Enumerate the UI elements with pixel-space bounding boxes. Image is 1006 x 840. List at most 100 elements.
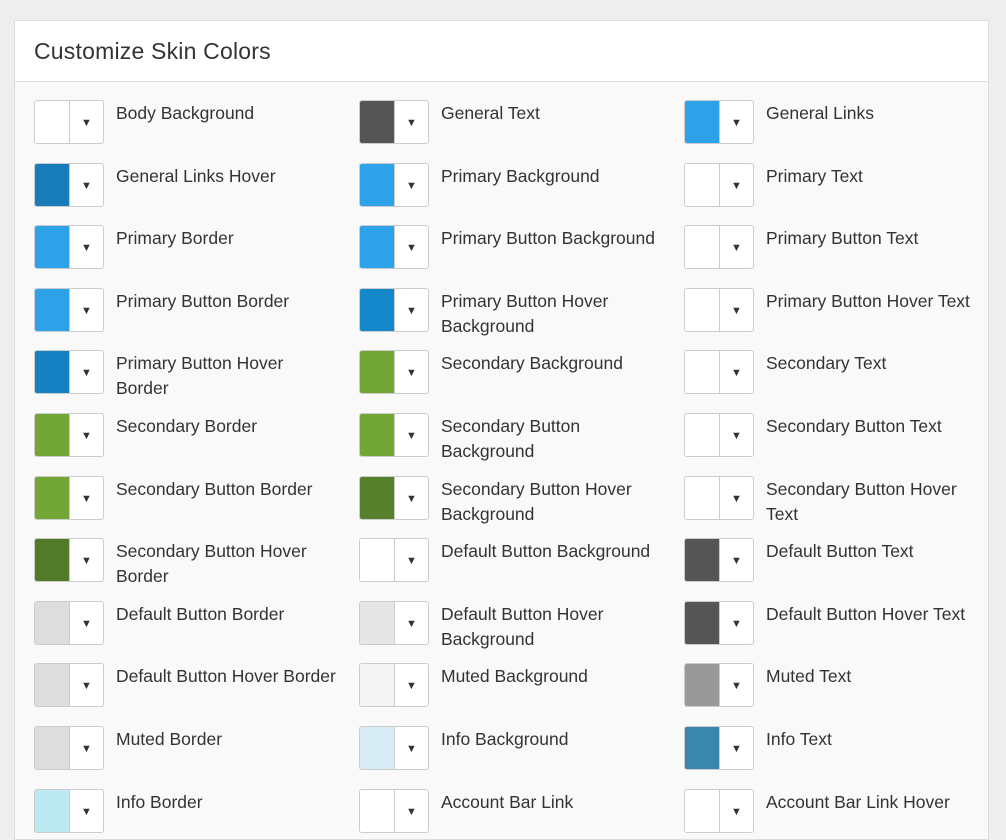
color-picker-button[interactable]: ▼ [684, 538, 754, 583]
caret-down-icon: ▼ [406, 555, 417, 568]
customize-skin-colors-panel: Customize Skin Colors ▼ Body Background ▼ G… [14, 20, 989, 840]
color-picker-button[interactable]: ▼ [34, 225, 104, 270]
color-setting-label: Default Button Hover Background [441, 603, 604, 649]
color-setting-secondary-background: ▼ Secondary Background [359, 350, 684, 413]
color-picker-button[interactable]: ▼ [359, 412, 429, 457]
color-setting-secondary-button-hover-text: ▼ Secondary Button Hover Text [684, 475, 988, 539]
color-setting-default-button-hover-text: ▼ Default Button Hover Text [684, 600, 988, 664]
color-picker-button[interactable]: ▼ [684, 162, 754, 207]
color-picker-button[interactable]: ▼ [684, 663, 754, 708]
color-setting-secondary-border: ▼ Secondary Border [34, 412, 359, 476]
color-swatch [360, 539, 395, 582]
color-swatch [685, 539, 720, 582]
color-picker-button[interactable]: ▼ [34, 538, 104, 583]
color-picker-button[interactable]: ▼ [684, 788, 754, 833]
color-swatch [360, 476, 395, 519]
caret-down-icon: ▼ [81, 179, 92, 192]
color-picker-button[interactable]: ▼ [684, 600, 754, 645]
color-swatch [35, 101, 70, 143]
color-setting-label: Account Bar Link Hover [766, 791, 950, 812]
caret-down-icon: ▼ [406, 617, 417, 630]
caret-down-icon: ▼ [81, 805, 92, 818]
color-setting-label: Primary Button Hover Background [441, 290, 609, 336]
color-picker-button[interactable]: ▼ [34, 788, 104, 833]
color-setting-general-links-hover: ▼ General Links Hover [34, 162, 359, 226]
caret-down-icon: ▼ [81, 742, 92, 755]
color-swatch [360, 726, 395, 769]
caret-down-icon: ▼ [731, 242, 742, 255]
color-setting-secondary-button-hover-background: ▼ Secondary Button Hover Background [359, 475, 684, 539]
color-picker-button[interactable]: ▼ [359, 162, 429, 207]
color-swatch [360, 163, 395, 206]
color-setting-account-bar-link-hover: ▼ Account Bar Link Hover [684, 788, 988, 839]
color-swatch [685, 789, 720, 832]
color-setting-label: Muted Background [441, 666, 588, 687]
panel-header: Customize Skin Colors [15, 21, 988, 82]
color-picker-button[interactable]: ▼ [684, 725, 754, 770]
color-setting-label: General Text [441, 103, 540, 123]
color-picker-button[interactable]: ▼ [359, 350, 429, 395]
color-picker-button[interactable]: ▼ [359, 600, 429, 645]
color-swatch [35, 601, 70, 644]
color-picker-button[interactable]: ▼ [34, 600, 104, 645]
color-picker-button[interactable]: ▼ [684, 287, 754, 332]
color-setting-primary-button-text: ▼ Primary Button Text [684, 225, 988, 288]
caret-down-icon: ▼ [81, 429, 92, 442]
caret-down-icon: ▼ [731, 117, 742, 129]
color-picker-button[interactable]: ▼ [359, 538, 429, 583]
color-picker-button[interactable]: ▼ [34, 162, 104, 207]
color-picker-button[interactable]: ▼ [359, 725, 429, 770]
color-setting-general-text: ▼ General Text [359, 100, 684, 163]
color-swatch [685, 351, 720, 394]
color-swatch [685, 288, 720, 331]
color-picker-button[interactable]: ▼ [34, 100, 104, 144]
color-setting-primary-text: ▼ Primary Text [684, 162, 988, 226]
color-picker-button[interactable]: ▼ [34, 725, 104, 770]
color-picker-button[interactable]: ▼ [684, 100, 754, 144]
caret-down-icon: ▼ [81, 555, 92, 568]
caret-down-icon: ▼ [81, 117, 92, 129]
color-picker-button[interactable]: ▼ [359, 225, 429, 270]
caret-down-icon: ▼ [731, 680, 742, 693]
color-setting-label: Secondary Button Text [766, 415, 942, 436]
color-picker-button[interactable]: ▼ [359, 287, 429, 332]
color-swatch [360, 226, 395, 269]
color-setting-secondary-button-border: ▼ Secondary Button Border [34, 475, 359, 539]
color-picker-button[interactable]: ▼ [34, 350, 104, 395]
color-picker-button[interactable]: ▼ [684, 350, 754, 395]
color-picker-button[interactable]: ▼ [34, 475, 104, 520]
color-setting-label: Secondary Background [441, 353, 623, 374]
color-setting-primary-border: ▼ Primary Border [34, 225, 359, 288]
color-swatch [35, 226, 70, 269]
color-setting-primary-button-hover-background: ▼ Primary Button Hover Background [359, 287, 684, 351]
color-picker-button[interactable]: ▼ [684, 475, 754, 520]
color-picker-button[interactable]: ▼ [359, 663, 429, 708]
color-swatch [35, 726, 70, 769]
color-picker-button[interactable]: ▼ [359, 475, 429, 520]
color-setting-muted-text: ▼ Muted Text [684, 663, 988, 726]
color-picker-button[interactable]: ▼ [359, 100, 429, 144]
caret-down-icon: ▼ [731, 304, 742, 317]
color-picker-button[interactable]: ▼ [34, 663, 104, 708]
caret-down-icon: ▼ [731, 429, 742, 442]
color-settings-grid: ▼ Body Background ▼ General Text ▼ General Li… [15, 82, 988, 839]
color-picker-button[interactable]: ▼ [684, 225, 754, 270]
color-setting-info-background: ▼ Info Background [359, 725, 684, 789]
caret-down-icon: ▼ [81, 304, 92, 317]
caret-down-icon: ▼ [406, 179, 417, 192]
caret-down-icon: ▼ [81, 242, 92, 255]
caret-down-icon: ▼ [406, 492, 417, 505]
color-swatch [35, 539, 70, 582]
color-setting-label: Info Background [441, 728, 569, 749]
color-picker-button[interactable]: ▼ [34, 412, 104, 457]
color-setting-body-background: ▼ Body Background [34, 100, 359, 163]
color-setting-label: Default Button Background [441, 541, 651, 562]
caret-down-icon: ▼ [406, 680, 417, 693]
color-picker-button[interactable]: ▼ [684, 412, 754, 457]
color-setting-muted-border: ▼ Muted Border [34, 725, 359, 789]
caret-down-icon: ▼ [406, 304, 417, 317]
color-setting-label: Default Button Border [116, 603, 285, 624]
color-picker-button[interactable]: ▼ [359, 788, 429, 833]
color-picker-button[interactable]: ▼ [34, 287, 104, 332]
color-setting-info-border: ▼ Info Border [34, 788, 359, 839]
